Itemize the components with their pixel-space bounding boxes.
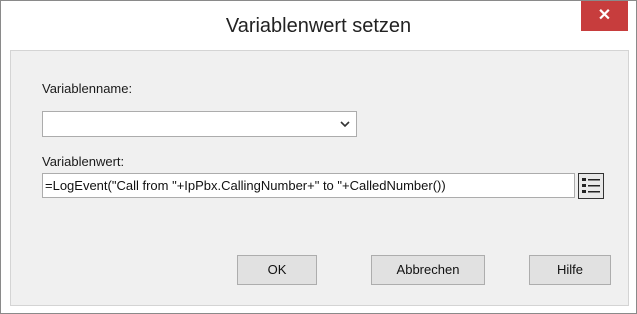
list-icon <box>582 178 600 193</box>
variable-name-label: Variablenname: <box>42 81 133 96</box>
variable-name-combobox[interactable] <box>42 111 357 137</box>
close-icon: ✕ <box>597 7 612 24</box>
variable-value-label: Variablenwert: <box>42 154 125 169</box>
dialog-body: Variablenname: Variablenwert: =LogEvent(… <box>10 50 629 306</box>
dialog-window: Variablenwert setzen ✕ Variablenname: Va… <box>0 0 637 314</box>
window-title: Variablenwert setzen <box>225 15 412 37</box>
ok-button-label: OK <box>267 262 287 277</box>
variable-value-text: =LogEvent("Call from "+IpPbx.CallingNumb… <box>45 178 446 193</box>
cancel-button-label: Abbrechen <box>396 262 460 277</box>
variable-value-input[interactable]: =LogEvent("Call from "+IpPbx.CallingNumb… <box>42 173 575 198</box>
help-button[interactable]: Hilfe <box>529 255 611 285</box>
cancel-button[interactable]: Abbrechen <box>371 255 485 285</box>
help-button-label: Hilfe <box>556 262 583 277</box>
ok-button[interactable]: OK <box>237 255 317 285</box>
chevron-down-icon <box>340 121 350 128</box>
close-button[interactable]: ✕ <box>581 1 628 31</box>
insert-expression-button[interactable] <box>578 173 604 199</box>
titlebar[interactable]: Variablenwert setzen ✕ <box>1 1 636 48</box>
